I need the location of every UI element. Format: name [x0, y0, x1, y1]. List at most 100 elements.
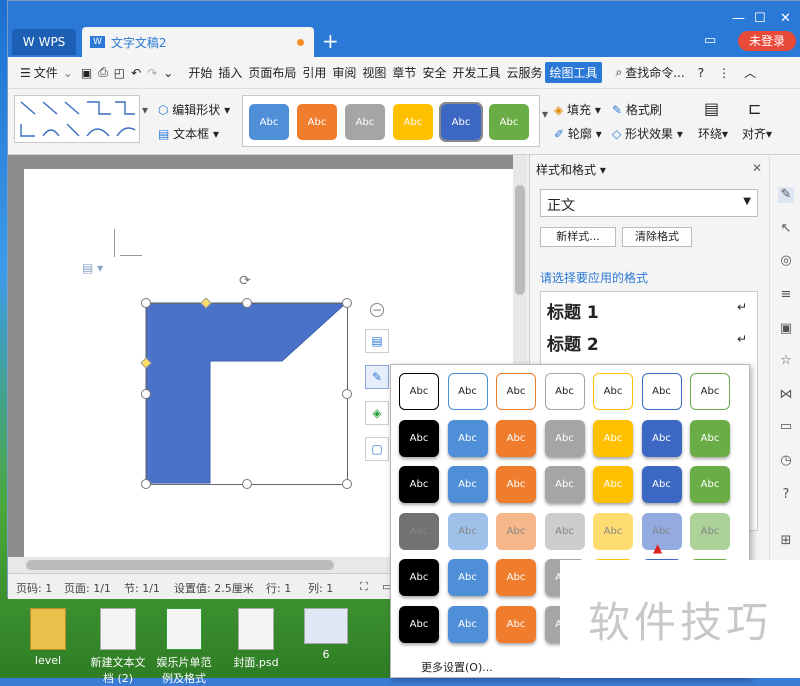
popup-style-5-1[interactable]: Abc	[447, 605, 488, 643]
clear-format-button[interactable]: 清除格式	[622, 227, 692, 247]
desktop-icon-psd[interactable]: 封面.psd	[226, 608, 286, 670]
style-select[interactable]: 正文 ▼	[540, 189, 758, 217]
popup-style-3-2[interactable]: Abc	[496, 512, 536, 550]
chevron-down-icon[interactable]: ⌄	[63, 66, 73, 80]
fill-float-icon[interactable]: ◈	[365, 401, 389, 425]
popup-style-2-4[interactable]: Abc	[593, 466, 633, 503]
popup-style-0-4[interactable]: Abc	[593, 373, 633, 410]
menu-insert[interactable]: 插入	[215, 64, 245, 81]
minimize-button[interactable]: —	[732, 11, 745, 26]
popup-style-2-0[interactable]: Abc	[399, 466, 439, 503]
resize-handle-e[interactable]	[342, 389, 352, 399]
desktop-icon-6[interactable]: 6	[296, 608, 356, 661]
shape-scroll-icon[interactable]: ▾	[142, 103, 148, 117]
menu-start[interactable]: 开始	[185, 64, 215, 81]
popup-style-3-3[interactable]: Abc	[544, 512, 585, 550]
paragraph-icon[interactable]: ▤ ▾	[82, 261, 103, 275]
menu-file[interactable]: 文件	[31, 64, 61, 81]
style-abc-gray[interactable]: Abc	[345, 104, 385, 140]
align-button[interactable]: 对齐▾	[742, 125, 772, 142]
print-icon[interactable]: ⎙	[98, 65, 108, 80]
style-abc-orange[interactable]: Abc	[297, 104, 337, 140]
outline-button[interactable]: ✐ 轮廓 ▾	[554, 125, 602, 142]
menu-cloud[interactable]: 云服务	[503, 64, 545, 81]
maximize-button[interactable]: ☐	[754, 11, 766, 26]
archive-icon[interactable]: ▭	[778, 419, 794, 435]
style-abc-green[interactable]: Abc	[489, 104, 529, 140]
popup-style-2-5[interactable]: Abc	[641, 466, 682, 503]
popup-style-2-3[interactable]: Abc	[544, 466, 585, 503]
help-button[interactable]: ?	[698, 66, 704, 80]
resize-handle-se[interactable]	[342, 479, 352, 489]
align-icon[interactable]: ⊏	[748, 99, 761, 118]
layout-options-icon[interactable]: ▤	[365, 329, 389, 353]
search-command[interactable]: 查找命令...	[622, 64, 687, 81]
popup-style-0-5[interactable]: Abc	[641, 373, 682, 410]
popup-style-2-1[interactable]: Abc	[447, 466, 488, 503]
popup-style-4-2[interactable]: Abc	[496, 559, 536, 596]
shapes-icon[interactable]: ◎	[778, 253, 794, 269]
login-button[interactable]: 未登录	[738, 31, 796, 51]
popup-style-2-2[interactable]: Abc	[496, 466, 536, 503]
customize-icon[interactable]: ⌄	[163, 66, 173, 80]
resize-handle-s[interactable]	[242, 479, 252, 489]
new-tab-button[interactable]: +	[322, 29, 339, 53]
popup-style-0-3[interactable]: Abc	[544, 373, 585, 410]
menu-review[interactable]: 审阅	[329, 64, 359, 81]
style-brush-icon[interactable]: ✎	[778, 187, 794, 203]
popup-style-5-2[interactable]: Abc	[496, 605, 536, 643]
undo-icon[interactable]: ↶	[131, 66, 141, 80]
desktop-icon-textdoc[interactable]: 新建文本文档 (2)	[88, 608, 148, 686]
tab-document[interactable]: W 文字文稿2	[82, 27, 314, 57]
menu-section[interactable]: 章节	[389, 64, 419, 81]
popup-style-0-2[interactable]: Abc	[496, 373, 536, 410]
popup-style-4-0[interactable]: Abc	[399, 559, 439, 596]
menu-reference[interactable]: 引用	[299, 64, 329, 81]
resize-handle-n[interactable]	[242, 298, 252, 308]
close-button[interactable]: ✕	[780, 11, 791, 26]
popup-style-3-1[interactable]: Abc	[447, 512, 488, 550]
outline-float-icon[interactable]: ▢	[365, 437, 389, 461]
resize-handle-sw[interactable]	[141, 479, 151, 489]
popup-style-3-0[interactable]: Abc	[399, 512, 439, 550]
popup-style-2-6[interactable]: Abc	[690, 466, 730, 503]
wrap-button[interactable]: 环绕▾	[698, 125, 728, 142]
style-abc-blue[interactable]: Abc	[249, 104, 289, 140]
more-settings-link[interactable]: 更多设置(O)...	[421, 659, 493, 675]
history-icon[interactable]: ◷	[778, 453, 794, 469]
star-icon[interactable]: ☆	[778, 353, 794, 369]
tab-wps-home[interactable]: W WPS	[12, 29, 76, 55]
search-icon[interactable]: ⌕	[616, 65, 623, 80]
style-heading2[interactable]: 标题 2	[547, 330, 599, 355]
format-painter-button[interactable]: ✎ 格式刷	[612, 101, 662, 118]
desktop-icon-level[interactable]: level	[18, 608, 78, 667]
panel-close-icon[interactable]: ✕	[752, 161, 762, 175]
shape-gallery[interactable]	[14, 95, 140, 143]
popup-style-3-4[interactable]: Abc	[593, 512, 633, 550]
fullscreen-icon[interactable]: ⛶	[360, 580, 368, 594]
popup-style-1-2[interactable]: Abc	[496, 419, 536, 457]
preview-icon[interactable]: ◰	[114, 66, 125, 80]
rotate-handle-icon[interactable]: ⟳	[239, 273, 251, 289]
desktop-icon-sheet[interactable]: 娱乐片单范例及格式	[154, 608, 214, 686]
edit-shape-button[interactable]: ⬡ 编辑形状 ▾	[158, 101, 230, 118]
horizontal-scroll-thumb[interactable]	[26, 560, 334, 570]
layout-icon[interactable]: ▭	[704, 33, 716, 48]
menu-view[interactable]: 视图	[359, 64, 389, 81]
hamburger-icon[interactable]: ☰	[20, 66, 31, 80]
popup-style-1-1[interactable]: Abc	[447, 419, 488, 457]
popup-style-1-5[interactable]: Abc	[641, 419, 682, 457]
resize-handle-nw[interactable]	[141, 298, 151, 308]
vertical-scroll-thumb[interactable]	[515, 185, 525, 295]
wrap-icon[interactable]: ▤	[704, 99, 719, 118]
popup-style-4-1[interactable]: Abc	[447, 559, 488, 596]
help-icon[interactable]: ?	[778, 487, 794, 503]
fill-button[interactable]: ◈ 填充 ▾	[554, 101, 601, 118]
popup-style-3-6[interactable]: Abc	[690, 512, 730, 550]
redo-icon[interactable]: ↷	[147, 66, 157, 80]
more-button[interactable]: ⋮	[718, 66, 730, 80]
panel-title[interactable]: 样式和格式 ▾	[536, 161, 606, 178]
menu-security[interactable]: 安全	[419, 64, 449, 81]
popup-style-0-1[interactable]: Abc	[447, 373, 488, 410]
collapse-ribbon-button[interactable]: ︿	[744, 64, 756, 81]
